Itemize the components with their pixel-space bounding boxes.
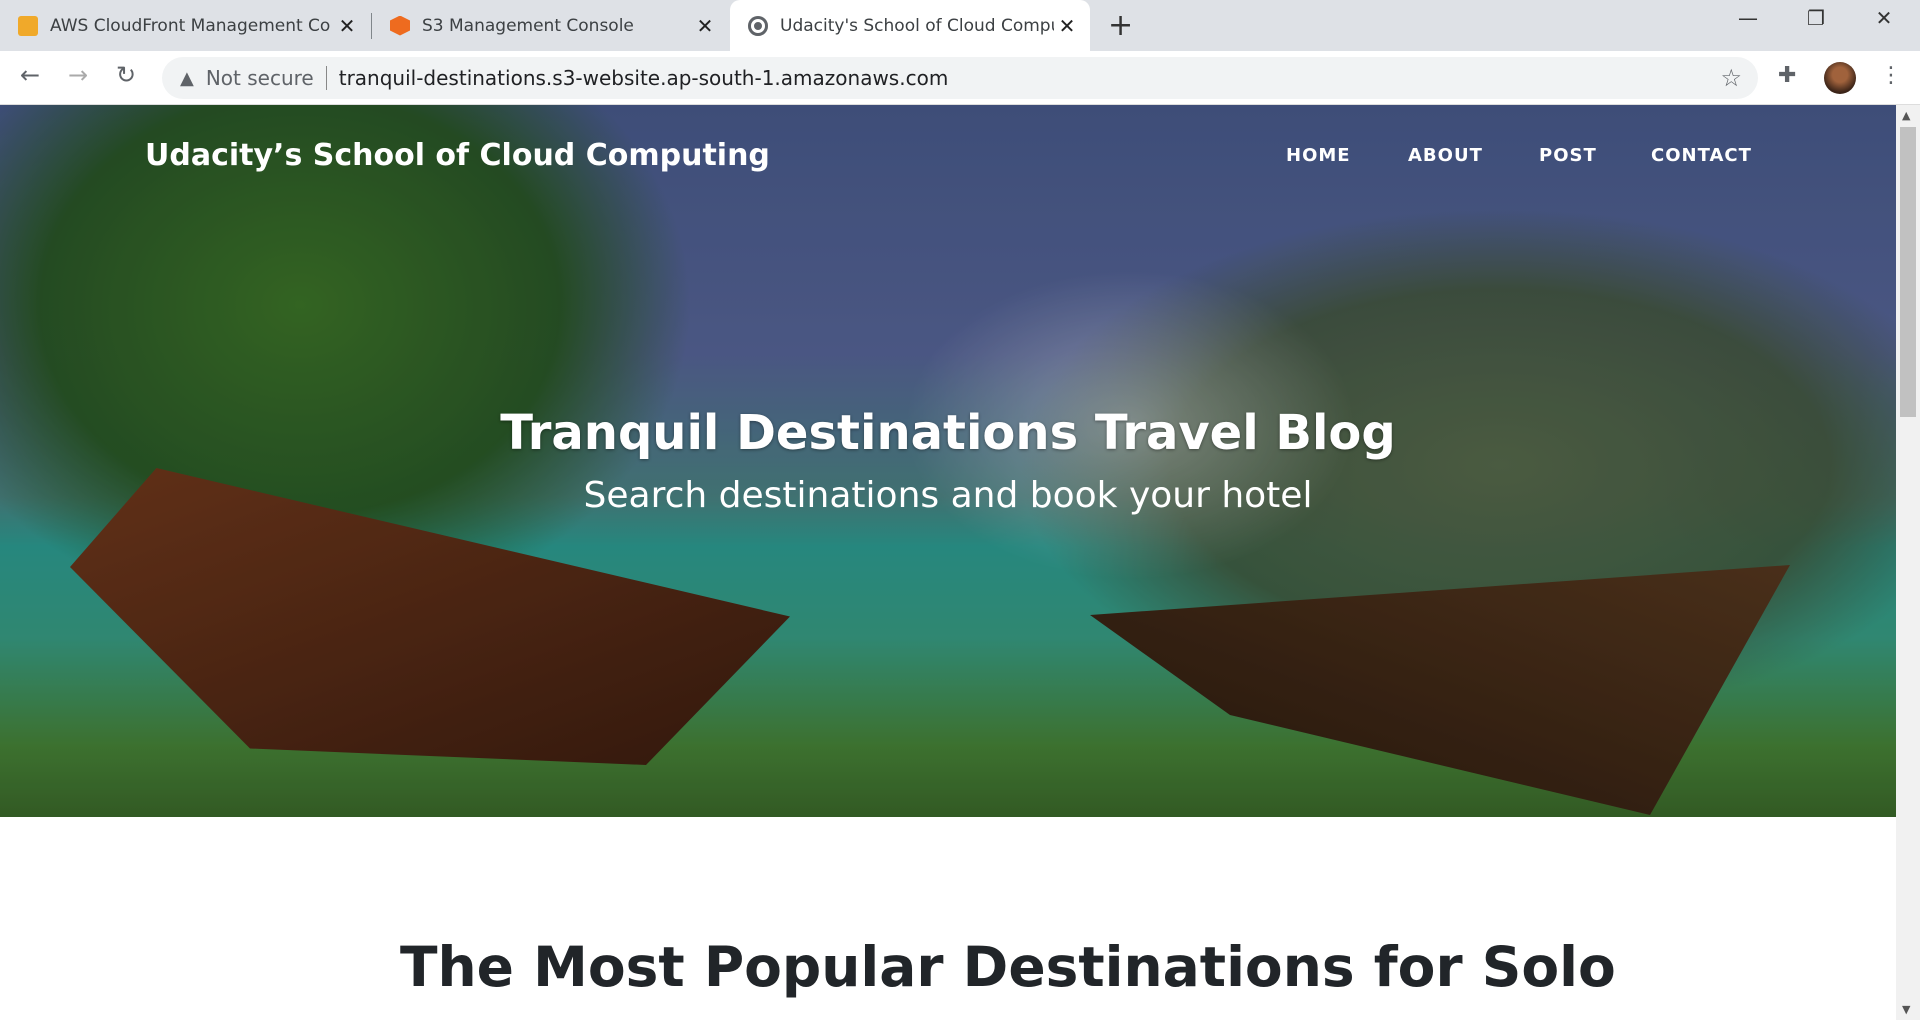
- tab-udacity[interactable]: Udacity's School of Cloud Computing ✕: [730, 0, 1090, 51]
- profile-avatar[interactable]: [1824, 62, 1856, 94]
- tab-title: AWS CloudFront Management Co: [50, 15, 331, 36]
- nav-post[interactable]: POST: [1539, 145, 1597, 166]
- globe-icon: [748, 15, 768, 36]
- tab-title: Udacity's School of Cloud Computing: [780, 15, 1054, 36]
- security-label[interactable]: Not secure: [206, 66, 314, 90]
- reload-button[interactable]: ↻: [116, 61, 136, 89]
- hero-banner: Udacity’s School of Cloud Computing HOME…: [0, 105, 1896, 817]
- scrollbar[interactable]: ▲ ▼: [1896, 105, 1920, 1020]
- browser-toolbar: ← → ↻ ▲ Not secure tranquil-destinations…: [0, 51, 1920, 105]
- hero-subtitle: Search destinations and book your hotel: [583, 475, 1313, 516]
- tab-title: S3 Management Console: [422, 15, 634, 36]
- scrollbar-thumb[interactable]: [1900, 127, 1916, 417]
- nav-contact[interactable]: CONTACT: [1651, 145, 1752, 166]
- nav-home[interactable]: HOME: [1286, 145, 1351, 166]
- hero-title: Tranquil Destinations Travel Blog: [500, 405, 1396, 461]
- site-brand[interactable]: Udacity’s School of Cloud Computing: [145, 138, 770, 173]
- scroll-down-icon[interactable]: ▼: [1902, 1003, 1910, 1016]
- close-window-button[interactable]: ✕: [1854, 6, 1914, 30]
- restore-button[interactable]: ❐: [1786, 6, 1846, 30]
- minimize-button[interactable]: —: [1718, 6, 1778, 30]
- divider: [325, 66, 327, 90]
- forward-button[interactable]: →: [68, 61, 88, 89]
- post-heading[interactable]: The Most Popular Destinations for Solo: [400, 935, 1616, 999]
- tab-cloudfront[interactable]: AWS CloudFront Management Co ✕: [0, 0, 370, 51]
- new-tab-button[interactable]: +: [1108, 8, 1133, 43]
- back-button[interactable]: ←: [20, 61, 40, 89]
- hero-overlay: [0, 105, 1896, 817]
- address-bar[interactable]: ▲ Not secure tranquil-destinations.s3-we…: [162, 57, 1758, 99]
- url-text[interactable]: tranquil-destinations.s3-website.ap-sout…: [339, 66, 949, 90]
- close-tab-icon[interactable]: ✕: [692, 14, 718, 38]
- scroll-up-icon[interactable]: ▲: [1902, 109, 1910, 122]
- tab-s3[interactable]: S3 Management Console ✕: [372, 0, 728, 51]
- tab-strip: AWS CloudFront Management Co ✕ S3 Manage…: [0, 0, 1920, 51]
- extensions-puzzle-icon[interactable]: ✚: [1778, 63, 1796, 88]
- s3-cube-icon: [390, 15, 410, 36]
- menu-kebab-icon[interactable]: ⋮: [1880, 63, 1902, 88]
- warning-icon: ▲: [180, 67, 194, 89]
- aws-cube-icon: [18, 15, 38, 36]
- close-tab-icon[interactable]: ✕: [334, 14, 360, 38]
- bookmark-star-icon[interactable]: ☆: [1720, 64, 1742, 92]
- nav-about[interactable]: ABOUT: [1408, 145, 1483, 166]
- close-tab-icon[interactable]: ✕: [1054, 14, 1080, 38]
